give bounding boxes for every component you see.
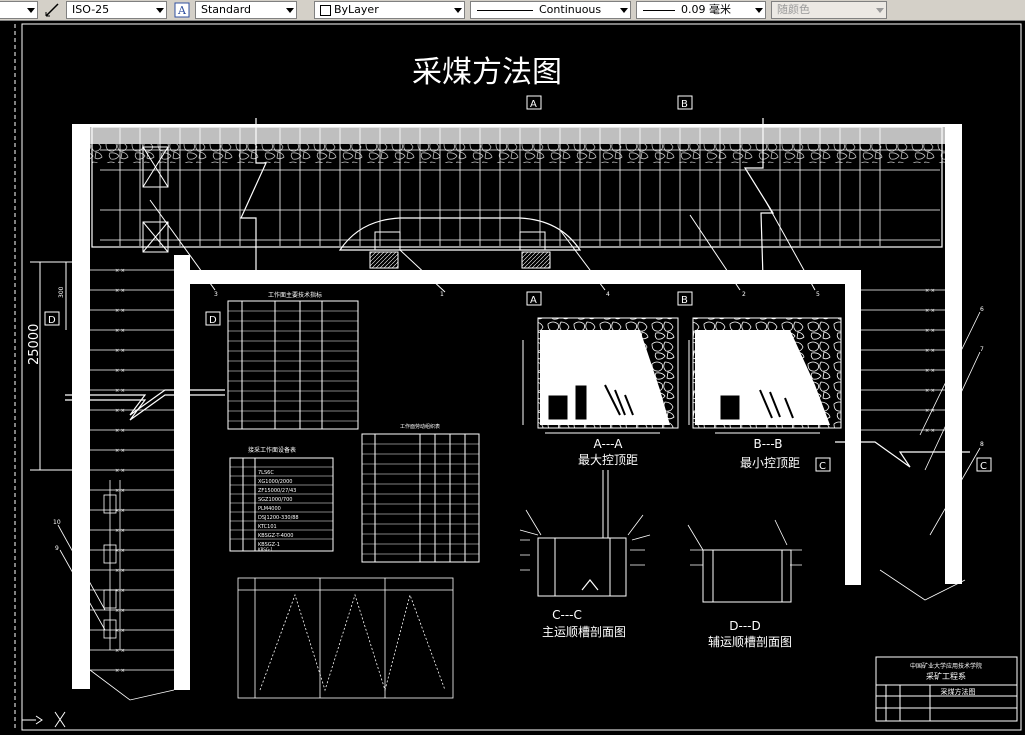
textstyle-select[interactable]: Standard xyxy=(195,1,297,19)
svg-text:采煤方法图: 采煤方法图 xyxy=(941,687,976,696)
callout-numbers: 1 2 3 4 5 6 7 8 9 10 xyxy=(53,291,984,552)
plotstyle-select: 随颜色 xyxy=(771,1,887,19)
ucs-icon xyxy=(22,711,66,728)
svg-text:D: D xyxy=(48,315,56,326)
lineweight-value: 0.09 毫米 xyxy=(681,3,731,16)
svg-text:C: C xyxy=(819,461,826,472)
tech-index-table: 工作面主要技术指标 xyxy=(227,291,359,430)
section-dd: D---D 辅运顺槽剖面图 xyxy=(687,519,802,649)
svg-text:B: B xyxy=(681,99,688,110)
svg-text:中国矿业大学应用技术学院: 中国矿业大学应用技术学院 xyxy=(910,662,982,670)
svg-text:D---D: D---D xyxy=(729,619,760,633)
textstyle-icon[interactable]: A xyxy=(174,2,190,18)
svg-text:最大控顶距: 最大控顶距 xyxy=(578,453,638,467)
svg-text:最小控顶距: 最小控顶距 xyxy=(740,456,800,470)
svg-text:PLM4000: PLM4000 xyxy=(258,506,281,512)
svg-text:C: C xyxy=(980,461,987,472)
color-select[interactable]: ByLayer xyxy=(314,1,465,19)
drawing-canvas[interactable]: × × 采煤方法图 xyxy=(0,21,1025,735)
svg-text:7LS6C: 7LS6C xyxy=(258,470,274,476)
svg-text:7: 7 xyxy=(980,346,984,353)
drawing-title: 采煤方法图 xyxy=(412,55,562,90)
linetype-preview xyxy=(477,10,533,11)
properties-toolbar: ISO-25 A Standard ByLayer Continuous 0.0… xyxy=(0,0,1025,21)
prev-dropdown[interactable] xyxy=(0,1,38,19)
cycle-chart xyxy=(237,577,454,699)
svg-text:A: A xyxy=(177,4,187,17)
svg-text:A: A xyxy=(530,99,537,110)
linetype-value: Continuous xyxy=(539,3,602,16)
textstyle-value: Standard xyxy=(201,3,252,16)
svg-text:主运顺槽剖面图: 主运顺槽剖面图 xyxy=(542,625,626,639)
working-face xyxy=(72,118,962,293)
svg-text:SGZ1000/700: SGZ1000/700 xyxy=(258,497,292,503)
svg-text:8: 8 xyxy=(980,441,984,448)
lineweight-select[interactable]: 0.09 毫米 xyxy=(636,1,766,19)
svg-text:4: 4 xyxy=(606,291,610,298)
color-value: ByLayer xyxy=(334,3,379,16)
equipment-table: 接采工作面设备表 7LS6C XG1000/2000 ZF15000/27/43… xyxy=(229,446,334,552)
svg-text:10: 10 xyxy=(53,519,61,526)
svg-text:A---A: A---A xyxy=(594,437,624,451)
labor-table: 工作面劳动组织表 xyxy=(361,423,480,563)
svg-text:A: A xyxy=(530,295,537,306)
svg-text:B---B: B---B xyxy=(753,437,782,451)
svg-text:5: 5 xyxy=(816,291,820,298)
svg-text:工作面劳动组织表: 工作面劳动组织表 xyxy=(400,423,440,430)
dimstyle-select[interactable]: ISO-25 xyxy=(66,1,167,19)
linetype-select[interactable]: Continuous xyxy=(470,1,631,19)
lineweight-preview xyxy=(643,10,675,11)
svg-text:B: B xyxy=(681,295,688,306)
svg-text:3: 3 xyxy=(214,291,218,298)
svg-text:KBSG-1: KBSG-1 xyxy=(258,547,273,552)
dimstyle-icon[interactable] xyxy=(44,2,60,18)
section-cc: C---C 主运顺槽剖面图 xyxy=(519,470,651,639)
section-aa: A---A 最大控顶距 xyxy=(522,317,679,467)
svg-text:9: 9 xyxy=(55,545,59,552)
plotstyle-value: 随颜色 xyxy=(777,3,810,16)
svg-text:KBSGZ-T-4000: KBSGZ-T-4000 xyxy=(258,533,293,539)
svg-text:2: 2 xyxy=(742,291,746,298)
svg-text:工作面主要技术指标: 工作面主要技术指标 xyxy=(268,291,322,299)
svg-text:ZF15000/27/43: ZF15000/27/43 xyxy=(258,488,296,494)
svg-text:辅运顺槽剖面图: 辅运顺槽剖面图 xyxy=(708,635,792,649)
svg-text:C---C: C---C xyxy=(552,608,582,622)
svg-text:KTC101: KTC101 xyxy=(258,524,277,530)
svg-text:1: 1 xyxy=(440,291,444,298)
svg-text:6: 6 xyxy=(980,306,984,313)
color-swatch xyxy=(320,5,331,16)
dimstyle-value: ISO-25 xyxy=(72,3,110,16)
svg-text:D: D xyxy=(209,315,217,326)
svg-text:DSJ1200-330/88: DSJ1200-330/88 xyxy=(258,515,299,521)
svg-text:300: 300 xyxy=(58,286,65,298)
svg-text:XG1000/2000: XG1000/2000 xyxy=(258,479,292,485)
title-block: 中国矿业大学应用技术学院 采矿工程系 采煤方法图 xyxy=(875,656,1018,722)
svg-text:25000: 25000 xyxy=(27,324,42,365)
section-bb: B---B 最小控顶距 xyxy=(688,317,842,470)
svg-text:采矿工程系: 采矿工程系 xyxy=(926,671,966,681)
svg-text:接采工作面设备表: 接采工作面设备表 xyxy=(248,446,296,454)
